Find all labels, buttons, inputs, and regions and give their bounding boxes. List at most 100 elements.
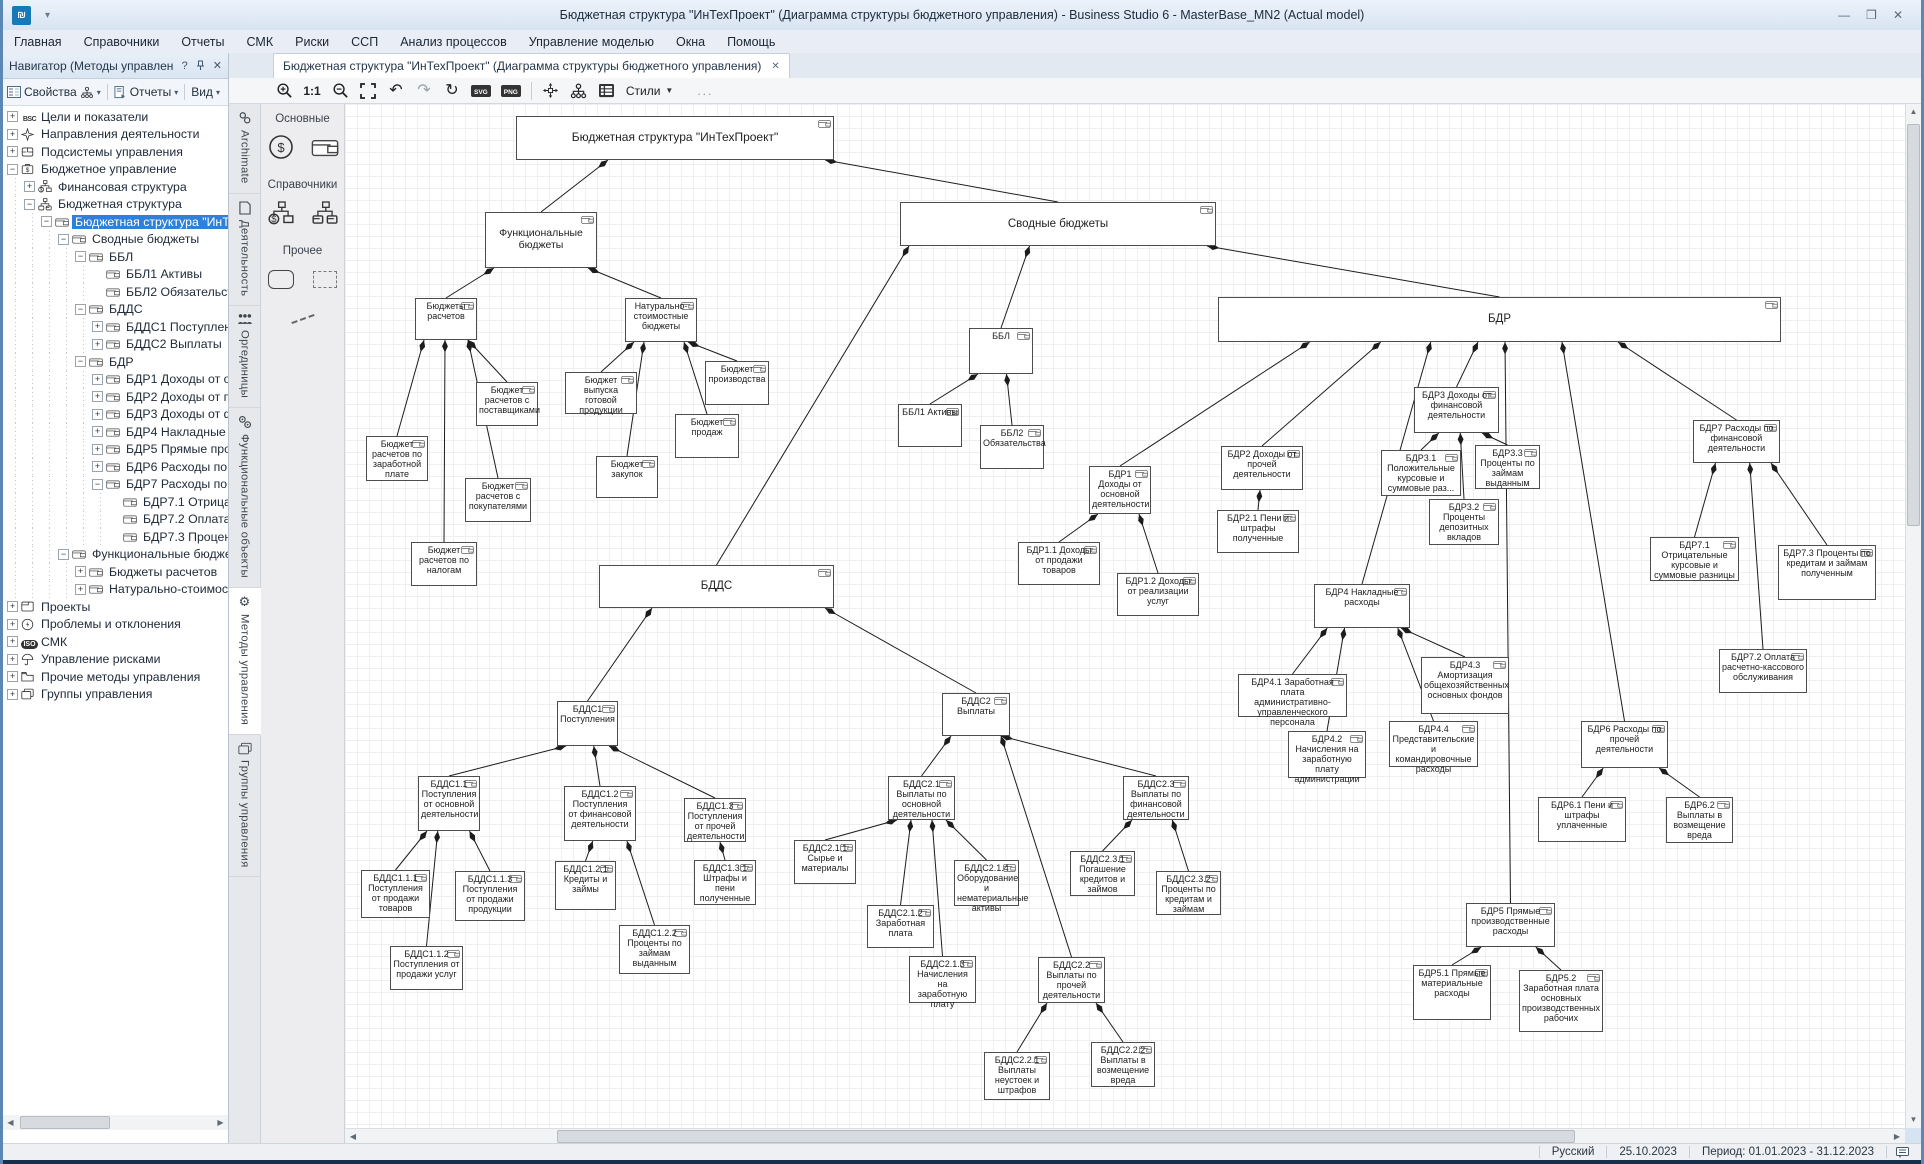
diagram-node-b_proizv[interactable]: Бюджет производства	[705, 361, 769, 405]
tree-item[interactable]: −БДР	[3, 353, 228, 371]
menu-item-9[interactable]: Помощь	[716, 32, 786, 52]
diagram-node-bdds2_1_2[interactable]: БДДС2.1.2 Заработная плата	[867, 905, 934, 948]
menu-item-6[interactable]: Анализ процессов	[389, 32, 518, 52]
diagram-node-bdr4_4[interactable]: БДР4.4 Представительские и командировочн…	[1389, 721, 1478, 767]
diagram-node-func[interactable]: Функциональные бюджеты	[485, 212, 597, 268]
expand-icon[interactable]: +	[24, 181, 35, 192]
expand-icon[interactable]: +	[7, 671, 18, 682]
diagram-node-bdr4[interactable]: БДР4 Накладные расходы	[1314, 584, 1410, 628]
collapse-icon[interactable]: −	[75, 356, 86, 367]
diagram-node-bbl2[interactable]: ББЛ2 Обязательства	[980, 425, 1044, 469]
diagram-node-bdds1_2_1[interactable]: БДДС1.2.1 Кредиты и займы	[555, 861, 616, 910]
tree-item[interactable]: БДР7.3 Проценты по кредитам и займам пол…	[3, 528, 228, 546]
diagram-node-bdds2_2[interactable]: БДДС2.2 Выплаты по прочей деятельности	[1038, 957, 1105, 1003]
tree-item[interactable]: +ISOСМК	[3, 633, 228, 651]
diagram-node-bdr3_3[interactable]: БДР3.3 Проценты по займам выданным	[1475, 445, 1540, 489]
expand-icon[interactable]: +	[7, 619, 18, 630]
expand-icon[interactable]: +	[92, 374, 103, 385]
diagram-node-bdds1_1_1[interactable]: БДДС1.1.1 Поступления от продажи товаров	[361, 870, 430, 918]
tree-item[interactable]: БДР7.1 Отрицательные курсовые и суммовые…	[3, 493, 228, 511]
diagram-node-bdds1_3[interactable]: БДДС1.3 Поступления от прочей деятельнос…	[684, 798, 746, 842]
tree-item[interactable]: +Направления деятельности	[3, 126, 228, 144]
diagram-node-bdds1_1_2[interactable]: БДДС1.1.2 Поступления от продажи услуг	[390, 946, 463, 990]
diagram-dropdown-caret[interactable]: ▾	[97, 88, 101, 97]
canvas-horizontal-scrollbar[interactable]: ◀ ▶	[345, 1128, 1905, 1144]
tree-item[interactable]: +БДР4 Накладные расходы	[3, 423, 228, 441]
menu-item-5[interactable]: ССП	[340, 32, 389, 52]
scroll-right-icon[interactable]: ▶	[1889, 1132, 1905, 1141]
tree-horizontal-scrollbar[interactable]: ◀ ▶	[3, 1115, 228, 1130]
tree-item[interactable]: +БДДС2 Выплаты	[3, 336, 228, 354]
collapse-icon[interactable]: −	[41, 216, 52, 227]
scroll-left-icon[interactable]: ◀	[3, 1118, 18, 1127]
menu-item-3[interactable]: СМК	[236, 32, 285, 52]
collapse-icon[interactable]: −	[92, 479, 103, 490]
wallet-icon[interactable]	[310, 134, 340, 160]
side-tab-группы-управления[interactable]: Группы управления	[229, 735, 260, 878]
redo-icon[interactable]: ↷	[415, 81, 433, 101]
scroll-right-icon[interactable]: ▶	[213, 1118, 228, 1127]
collapse-icon[interactable]: −	[7, 164, 18, 175]
diagram-node-bdds1_1_3[interactable]: БДДС1.1.3 Поступления от продажи продукц…	[455, 871, 525, 921]
diagram-node-b_rasch_post[interactable]: Бюджет расчетов с поставщиками	[476, 382, 538, 426]
tree-item[interactable]: −Бюджетная структура	[3, 196, 228, 214]
expand-icon[interactable]: +	[7, 636, 18, 647]
scroll-left-icon[interactable]: ◀	[345, 1132, 361, 1141]
diagram-node-bdr[interactable]: БДР	[1218, 297, 1781, 342]
reports-button[interactable]: Отчеты	[130, 85, 171, 99]
tree-item[interactable]: +Проблемы и отклонения	[3, 616, 228, 634]
collapse-icon[interactable]: −	[58, 549, 69, 560]
close-panel-icon[interactable]: ✕	[213, 59, 222, 72]
diagram-node-root[interactable]: Бюджетная структура "ИнТехПроект"	[516, 116, 834, 160]
tree-item[interactable]: −БДДС	[3, 301, 228, 319]
tree-item[interactable]: +Прочие методы управления	[3, 668, 228, 686]
diagram-node-bdr7_2[interactable]: БДР7.2 Оплата расчетно-кассового обслужи…	[1719, 649, 1807, 693]
expand-icon[interactable]: +	[75, 584, 86, 595]
dashed-rect-icon[interactable]	[310, 266, 340, 292]
tree-item[interactable]: −$Бюджетное управление	[3, 161, 228, 179]
tab-close-icon[interactable]: ✕	[771, 61, 779, 72]
diagram-node-bdds1_2_2[interactable]: БДДС1.2.2 Проценты по займам выданным	[619, 925, 690, 974]
diagram-node-bdds2[interactable]: БДДС2 Выплаты	[942, 693, 1010, 736]
expand-icon[interactable]: +	[7, 689, 18, 700]
diagram-node-bdds1_2[interactable]: БДДС1.2 Поступления от финансовой деятел…	[564, 786, 636, 841]
tree-item[interactable]: БДР7.2 Оплата расчетно-кассового обслужи…	[3, 511, 228, 529]
reports-caret[interactable]: ▾	[174, 88, 178, 97]
diagram-node-b_prodazh[interactable]: Бюджет продаж	[675, 414, 739, 458]
expand-icon[interactable]: +	[92, 339, 103, 350]
collapse-icon[interactable]: −	[75, 251, 86, 262]
tree-item[interactable]: +БДР2 Доходы от прочей деятельности	[3, 388, 228, 406]
diagram-node-bdr4_1[interactable]: БДР4.1 Заработная плата административно-…	[1238, 674, 1347, 717]
diagram-node-bdr5[interactable]: БДР5 Прямые производственные расходы	[1466, 903, 1555, 947]
diagram-node-bdr2[interactable]: БДР2 Доходы от прочей деятельности	[1221, 446, 1303, 490]
expand-icon[interactable]: +	[7, 129, 18, 140]
diagram-node-bdds2_3_1[interactable]: БДДС2.3.1 Погашение кредитов и займов	[1070, 851, 1135, 896]
undo-icon[interactable]: ↶	[387, 81, 405, 101]
tree-item[interactable]: +Группы управления	[3, 686, 228, 704]
diagram-node-b_zp[interactable]: Бюджет расчетов по заработной плате	[366, 436, 428, 481]
diagram-node-bbl1[interactable]: ББЛ1 Активы	[898, 404, 962, 447]
expand-icon[interactable]: +	[92, 391, 103, 402]
rounded-rect-icon[interactable]	[266, 266, 296, 292]
diagram-node-bdds[interactable]: БДДС	[599, 565, 834, 608]
diagram-node-b_pokup[interactable]: Бюджет расчетов с покупателями	[465, 478, 531, 522]
zoom-out-icon[interactable]	[331, 81, 349, 101]
diagram-node-bdr3[interactable]: БДР3 Доходы от финансовой деятельности	[1414, 387, 1499, 433]
styles-list-icon[interactable]	[598, 81, 616, 101]
diagram-node-bdds2_1_3[interactable]: БДДС2.1.3 Начисления на заработную плату	[909, 956, 976, 1003]
properties-button[interactable]: Свойства	[24, 85, 77, 99]
diagram-node-bdds1_3_1[interactable]: БДДС1.3.1 Штрафы и пени полученные	[694, 860, 756, 905]
diagram-node-bdr6_1[interactable]: БДР6.1 Пени и штрафы уплаченные	[1538, 797, 1626, 842]
diagram-node-bdr3_1[interactable]: БДР3.1 Положительные курсовые и суммовые…	[1381, 450, 1461, 496]
diagram-node-bdr3_2[interactable]: БДР3.2 Проценты депозитных вкладов	[1429, 499, 1499, 545]
diagram-node-bdds2_1_1[interactable]: БДДС2.1.1 Сырье и материалы	[794, 840, 856, 884]
view-caret[interactable]: ▾	[216, 88, 220, 97]
menu-item-1[interactable]: Справочники	[73, 32, 171, 52]
refresh-icon[interactable]: ↻	[443, 81, 461, 101]
diagram-node-bdr5_2[interactable]: БДР5.2 Заработная плата основных произво…	[1519, 970, 1603, 1032]
expand-icon[interactable]: +	[7, 146, 18, 157]
tree-item[interactable]: −ББЛ	[3, 248, 228, 266]
tree-item[interactable]: +$Финансовая структура	[3, 178, 228, 196]
tree-item[interactable]: +Бюджеты расчетов	[3, 563, 228, 581]
tree-item[interactable]: +Проекты	[3, 598, 228, 616]
